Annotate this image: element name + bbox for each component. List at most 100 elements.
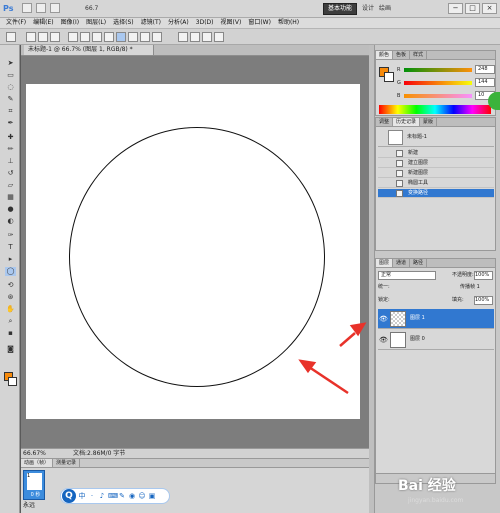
zoom-level[interactable]: 66.7 [85, 4, 117, 14]
red-slider[interactable] [404, 68, 472, 72]
layer-row[interactable]: 👁 图层 0 [378, 330, 494, 350]
close-button[interactable]: × [482, 3, 497, 14]
ime-keyboard-icon[interactable]: ⌨ [108, 489, 118, 503]
blend-mode-select[interactable]: 正常 [378, 271, 436, 280]
menu-filter[interactable]: 滤镜(T) [141, 18, 161, 28]
document-tab[interactable]: 未标题-1 @ 66.7% (图层 1, RGB/8) * [24, 45, 154, 55]
color-spectrum[interactable] [379, 105, 491, 114]
opacity-input[interactable]: 100% [474, 271, 493, 280]
fill-pixels-icon[interactable] [50, 32, 60, 42]
workspace-basic-button[interactable]: 基本功能 [323, 3, 358, 15]
freeform-pen-icon[interactable] [80, 32, 90, 42]
path-intersect-icon[interactable] [202, 32, 212, 42]
workspace-draw-button[interactable]: 绘画 [379, 3, 391, 15]
custom-shape-icon[interactable] [152, 32, 162, 42]
path-select-icon[interactable]: ▸ [5, 255, 16, 264]
menu-window[interactable]: 窗口(W) [248, 18, 271, 28]
blue-slider[interactable] [404, 94, 472, 98]
fill-input[interactable]: 100% [474, 296, 493, 305]
menu-select[interactable]: 选择(S) [113, 18, 134, 28]
polygon-icon[interactable] [128, 32, 138, 42]
history-item[interactable]: 建立图层 [378, 159, 494, 168]
visibility-eye-icon[interactable]: 👁 [379, 315, 388, 323]
crop-tool-icon[interactable]: ⌗ [5, 107, 16, 116]
marquee-tool-icon[interactable]: ▭ [5, 71, 16, 80]
default-colors-icon[interactable]: ▪ [5, 329, 16, 338]
history-item-selected[interactable]: 变换路径 [378, 189, 494, 198]
background-color-swatch[interactable] [8, 377, 17, 386]
maximize-button[interactable]: □ [465, 3, 480, 14]
frame-delay[interactable]: 0 秒 [28, 492, 43, 499]
ime-emoji-icon[interactable]: ☺ [138, 489, 146, 503]
ime-toolbox-icon[interactable]: ▣ [148, 489, 156, 503]
history-item[interactable]: 椭圆工具 [378, 179, 494, 188]
ime-handwrite-icon[interactable]: ✎ [118, 489, 126, 503]
menu-edit[interactable]: 编辑(E) [33, 18, 53, 28]
history-item[interactable]: 新建 [378, 149, 494, 158]
layer-row-selected[interactable]: 👁 图层 1 [378, 309, 494, 329]
red-value[interactable]: 248 [475, 65, 495, 74]
quick-select-icon[interactable]: ✎ [5, 95, 16, 104]
tab-color[interactable]: 颜色 [376, 51, 394, 59]
bridge-icon[interactable] [22, 3, 32, 13]
tab-styles[interactable]: 样式 [410, 51, 428, 59]
dodge-tool-icon[interactable]: ◐ [5, 217, 16, 226]
healing-brush-icon[interactable]: ✚ [5, 133, 16, 142]
hand-tool-icon[interactable]: ✋ [5, 305, 16, 314]
workspace-design-button[interactable]: 设计 [362, 3, 374, 15]
path-subtract-icon[interactable] [190, 32, 200, 42]
tab-swatches[interactable]: 色板 [393, 51, 411, 59]
rectangle-icon[interactable] [92, 32, 102, 42]
eraser-tool-icon[interactable]: ▱ [5, 181, 16, 190]
brush-tool-icon[interactable]: ✏ [5, 145, 16, 154]
ellipse-icon[interactable] [116, 32, 126, 42]
propagate-frame-checkbox[interactable]: 传播帧 1 [460, 283, 495, 292]
menu-analysis[interactable]: 分析(A) [168, 18, 189, 28]
history-item[interactable]: 新建图层 [378, 169, 494, 178]
history-snapshot[interactable]: 未标题-1 [378, 129, 494, 147]
ime-chinese-toggle[interactable]: 中 [78, 489, 86, 503]
move-tool-icon[interactable]: ➤ [5, 59, 16, 68]
quick-mask-icon[interactable]: ◙ [5, 345, 16, 354]
menu-image[interactable]: 图像(I) [61, 18, 79, 28]
layer-name[interactable]: 图层 1 [410, 314, 470, 323]
ime-skin-icon[interactable]: ◉ [128, 489, 136, 503]
tool-preset-icon[interactable] [6, 32, 16, 42]
lasso-tool-icon[interactable]: ◌ [5, 83, 16, 92]
blur-tool-icon[interactable]: ● [5, 205, 16, 214]
clone-stamp-icon[interactable]: ⊥ [5, 157, 16, 166]
pen-tool-icon[interactable]: ✑ [5, 231, 16, 240]
pen-icon[interactable] [68, 32, 78, 42]
path-exclude-icon[interactable] [214, 32, 224, 42]
tab-layers[interactable]: 图层 [376, 259, 394, 267]
ime-logo-icon[interactable]: Q [62, 489, 76, 503]
ellipse-tool-icon[interactable]: ◯ [5, 267, 16, 276]
minimize-button[interactable]: − [448, 3, 463, 14]
animation-frame[interactable]: 1 0 秒 [23, 470, 45, 500]
shape-layers-icon[interactable] [26, 32, 36, 42]
eyedropper-icon[interactable]: ✒ [5, 119, 16, 128]
line-icon[interactable] [140, 32, 150, 42]
tab-channels[interactable]: 通道 [393, 259, 411, 267]
tab-paths[interactable]: 路径 [410, 259, 428, 267]
menu-view[interactable]: 视图(V) [221, 18, 242, 28]
tab-masks[interactable]: 蒙版 [420, 118, 438, 126]
menu-layer[interactable]: 图层(L) [86, 18, 106, 28]
menu-3d[interactable]: 3D(D) [196, 18, 214, 28]
green-value[interactable]: 144 [475, 78, 495, 87]
tab-history[interactable]: 历史记录 [393, 118, 421, 126]
tab-adjustments[interactable]: 调整 [376, 118, 394, 126]
paths-icon[interactable] [38, 32, 48, 42]
menu-help[interactable]: 帮助(H) [278, 18, 299, 28]
rounded-rect-icon[interactable] [104, 32, 114, 42]
ime-voice-icon[interactable]: ♪ [98, 489, 106, 503]
green-slider[interactable] [404, 81, 472, 85]
history-brush-icon[interactable]: ↺ [5, 169, 16, 178]
tab-animation[interactable]: 动画（帧） [21, 459, 54, 467]
3d-orbit-icon[interactable]: ⊛ [5, 293, 16, 302]
layer-name[interactable]: 图层 0 [410, 335, 470, 344]
side-widget-icon[interactable] [488, 92, 500, 110]
ime-punct-icon[interactable]: · [88, 489, 96, 503]
path-add-icon[interactable] [178, 32, 188, 42]
visibility-eye-icon[interactable]: 👁 [379, 336, 388, 344]
